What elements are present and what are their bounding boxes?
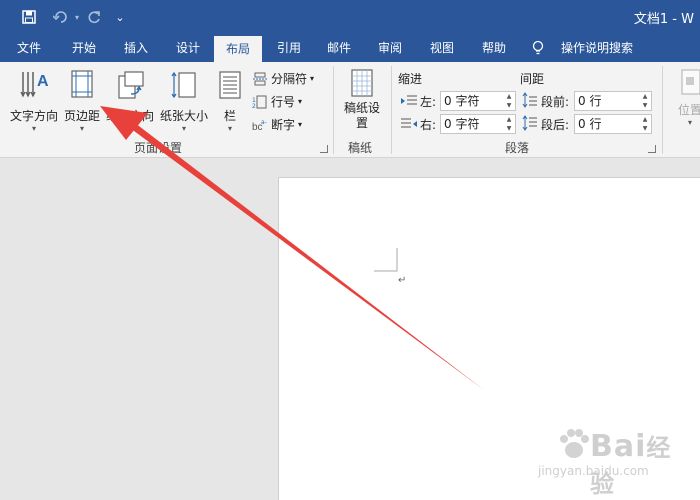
chevron-down-icon: ▾ <box>687 118 692 127</box>
paw-logo-icon <box>560 429 589 458</box>
manuscript-settings-button[interactable]: 稿纸设置 <box>340 68 384 131</box>
chevron-down-icon: ▾ <box>79 124 84 133</box>
manuscript-settings-label: 稿纸设置 <box>343 101 380 130</box>
breaks-label: 分隔符 <box>271 72 308 86</box>
spacing-before-input[interactable]: 0 行 ▲ ▼ <box>574 91 652 111</box>
paragraph-mark-icon: ↵ <box>398 275 407 286</box>
chevron-down-icon: ▾ <box>227 124 232 133</box>
spin-arrows-icon[interactable]: ▲ ▼ <box>505 115 513 133</box>
manuscript-group-label: 稿纸 <box>348 141 373 155</box>
tell-me-search[interactable]: 操作说明搜索 <box>554 34 640 62</box>
paper-size-icon <box>171 71 196 99</box>
spacing-header: 间距 <box>520 72 545 86</box>
margins-label: 页边距 <box>63 109 100 123</box>
indent-left-input[interactable]: 0 字符 ▲ ▼ <box>440 91 516 111</box>
svg-text:2: 2 <box>252 103 256 109</box>
tab-insert[interactable]: 插入 <box>112 34 160 62</box>
title-bar: ▾ ⌄ 文档1 - W <box>0 0 700 34</box>
margin-corner-marker <box>374 248 398 272</box>
margins-icon <box>71 70 93 98</box>
chevron-down-icon: ▾ <box>31 124 36 133</box>
spacing-before-value: 0 行 <box>578 94 602 108</box>
group-divider <box>662 66 663 154</box>
page-setup-launcher-icon[interactable] <box>320 145 328 153</box>
undo-dropdown-icon[interactable]: ▾ <box>72 6 82 28</box>
page-setup-group-label: 页面设置 <box>134 141 183 155</box>
paragraph-group-label: 段落 <box>505 141 530 155</box>
spin-arrows-icon[interactable]: ▲ ▼ <box>505 92 513 110</box>
tab-mailings[interactable]: 邮件 <box>316 34 362 62</box>
watermark-brand-text: Bai <box>590 429 647 464</box>
line-numbers-button[interactable]: 12 行号 ▾ <box>252 93 302 110</box>
hyphenation-icon: bca- <box>252 119 267 132</box>
indent-right-value: 0 字符 <box>444 117 480 131</box>
tab-help[interactable]: 帮助 <box>470 34 518 62</box>
tab-layout[interactable]: 布局 <box>214 36 262 62</box>
svg-text:A: A <box>37 73 49 90</box>
chevron-down-icon: ▾ <box>298 97 303 106</box>
group-divider <box>391 66 392 154</box>
hyphenation-label: 断字 <box>271 118 296 132</box>
text-direction-icon: A <box>20 72 49 98</box>
indent-right-icon <box>401 118 417 128</box>
paragraph-launcher-icon[interactable] <box>648 145 656 153</box>
orientation-button[interactable]: 纸张方向 ▾ <box>104 68 156 134</box>
tab-file[interactable]: 文件 <box>6 34 52 62</box>
indent-right-input[interactable]: 0 字符 ▲ ▼ <box>440 114 516 134</box>
window-title: 文档1 - W <box>633 12 694 27</box>
manuscript-icon <box>351 69 373 97</box>
paper-size-button[interactable]: 纸张大小 ▾ <box>156 68 212 134</box>
undo-icon[interactable] <box>50 6 72 28</box>
chevron-down-icon: ▾ <box>127 124 132 133</box>
ribbon-tabs: 文件 开始 插入 设计 布局 引用 邮件 审阅 视图 帮助 操作说明搜索 <box>0 34 700 62</box>
spacing-after-icon <box>522 115 537 131</box>
save-icon[interactable] <box>18 6 40 28</box>
watermark-url: jingyan.baidu.com <box>538 464 649 478</box>
orientation-label: 纸张方向 <box>105 109 154 123</box>
hyphenation-button[interactable]: bc a- 断字 ▾ <box>252 116 302 133</box>
text-direction-label: 文字方向 <box>9 109 58 123</box>
spin-arrows-icon[interactable]: ▲ ▼ <box>641 115 649 133</box>
columns-icon <box>219 71 241 99</box>
paper-size-label: 纸张大小 <box>159 109 208 123</box>
redo-icon[interactable] <box>84 6 104 28</box>
line-numbers-label: 行号 <box>271 95 296 109</box>
chevron-down-icon: ▾ <box>181 124 186 133</box>
chevron-down-icon: ▾ <box>298 120 303 129</box>
orientation-icon <box>118 71 144 99</box>
indent-left-label: 左: <box>420 95 437 109</box>
spacing-before-icon <box>522 92 537 108</box>
indent-right-label: 右: <box>420 118 437 132</box>
spacing-before-label: 段前: <box>541 95 570 109</box>
lightbulb-icon <box>530 34 546 62</box>
tab-references[interactable]: 引用 <box>266 34 312 62</box>
group-divider <box>333 66 334 154</box>
tab-review[interactable]: 审阅 <box>366 34 414 62</box>
spin-arrows-icon[interactable]: ▲ ▼ <box>641 92 649 110</box>
tab-home[interactable]: 开始 <box>60 34 108 62</box>
spacing-after-input[interactable]: 0 行 ▲ ▼ <box>574 114 652 134</box>
indent-left-value: 0 字符 <box>444 94 480 108</box>
svg-text:a-: a- <box>261 119 267 126</box>
spacing-after-label: 段后: <box>541 118 570 132</box>
columns-button[interactable]: 栏 ▾ <box>214 68 246 134</box>
tab-design[interactable]: 设计 <box>164 34 212 62</box>
line-numbers-icon: 12 <box>252 95 267 109</box>
chevron-down-icon: ▾ <box>310 74 315 83</box>
position-icon <box>681 69 700 95</box>
customize-toolbar-icon[interactable]: ⌄ <box>112 6 128 28</box>
indent-left-icon <box>401 95 417 105</box>
spacing-after-value: 0 行 <box>578 117 602 131</box>
position-label: 位置 <box>677 103 700 117</box>
columns-label: 栏 <box>223 109 236 123</box>
position-button[interactable]: 位置 ▾ <box>670 68 700 128</box>
indent-header: 缩进 <box>398 72 423 86</box>
ribbon-layout: A 文字方向 ▾ 页边距 ▾ 纸张方向 ▾ 纸张大小 ▾ 栏 ▾ 分隔符 ▾ 1… <box>0 62 700 158</box>
baidu-watermark: Bai经验 jingyan.baidu.com <box>538 418 688 498</box>
breaks-icon <box>253 72 267 85</box>
tab-view[interactable]: 视图 <box>418 34 466 62</box>
breaks-button[interactable]: 分隔符 ▾ <box>252 70 314 87</box>
text-direction-button[interactable]: A 文字方向 ▾ <box>6 68 62 134</box>
margins-button[interactable]: 页边距 ▾ <box>62 68 102 134</box>
